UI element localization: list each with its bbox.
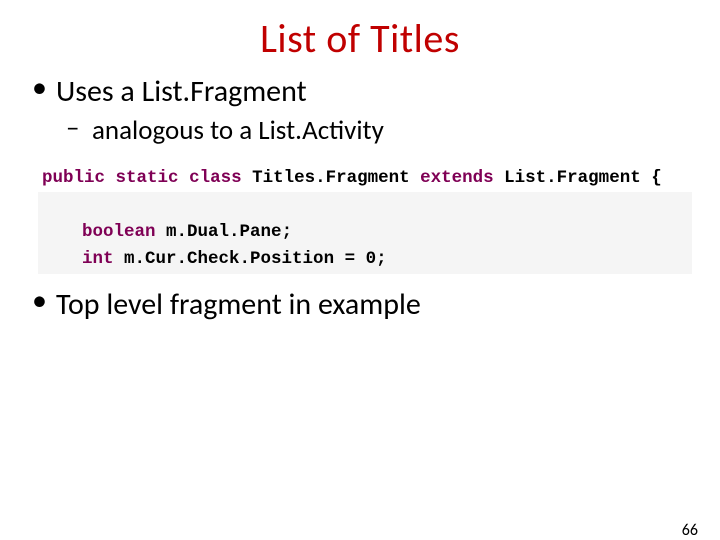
bullet-top-level-fragment: Top level fragment in example [28,286,692,323]
class-name: Titles.Fragment [252,168,410,188]
assign-zero: = 0; [334,249,387,269]
blank-line [42,195,53,215]
semicolon: ; [282,222,293,242]
bullet-text: Top level fragment in example [56,286,421,323]
field-curcheck: m.Cur.Check.Position [124,249,334,269]
brace-open: { [651,168,662,188]
bullet-uses-listfragment: Uses a List.Fragment analogous to a List… [28,73,692,147]
slide-title: List of Titles [0,14,720,63]
bullet-text: Uses a List.Fragment [56,73,307,110]
subbullet-analogous: analogous to a List.Activity [62,114,692,147]
keyword-int: int [82,249,114,269]
page-number: 66 [682,521,698,540]
keyword-static: static [116,168,179,188]
keyword-public: public [42,168,105,188]
keyword-boolean: boolean [82,222,156,242]
field-dualpane: m.Dual.Pane [166,222,282,242]
super-name: List.Fragment [504,168,641,188]
keyword-class: class [189,168,242,188]
code-snippet: public static class Titles.Fragment exte… [28,161,692,278]
subbullet-text: analogous to a List.Activity [92,114,384,147]
keyword-extends: extends [420,168,494,188]
slide-body: Uses a List.Fragment analogous to a List… [0,73,720,323]
